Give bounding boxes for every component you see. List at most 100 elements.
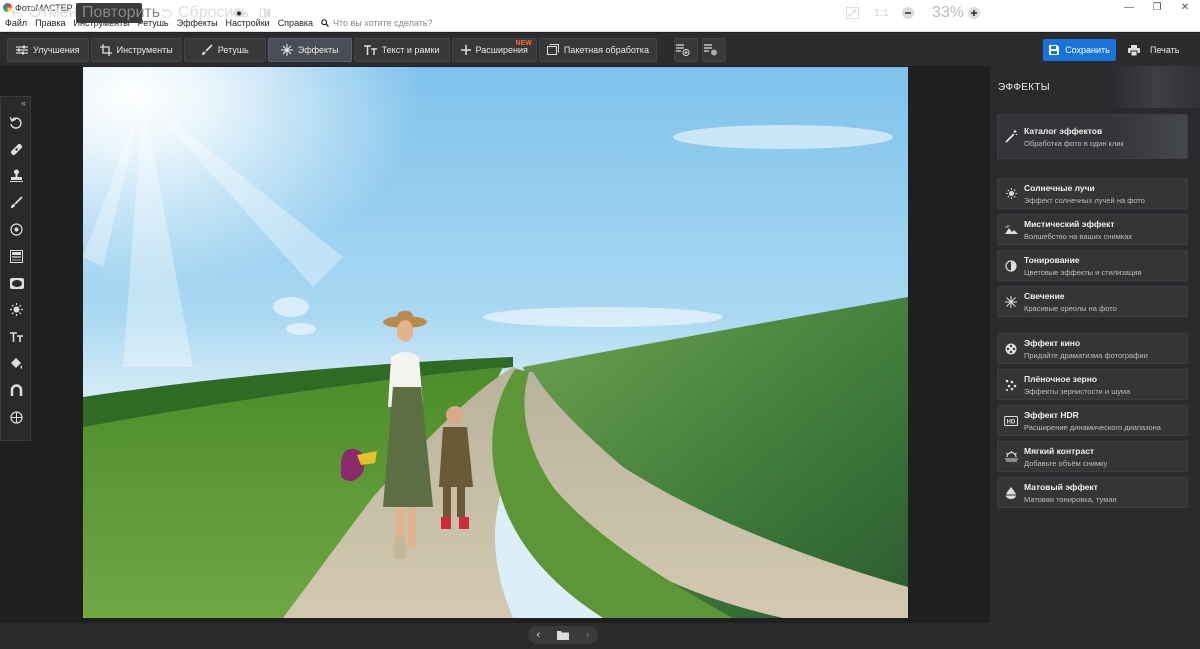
- svg-text:HD: HD: [1007, 419, 1016, 425]
- prev-image-icon[interactable]: ‹: [536, 629, 540, 641]
- text-tool[interactable]: [1, 323, 32, 350]
- light-tool[interactable]: [1, 297, 32, 324]
- effect-item-matte[interactable]: Матовый эффект Матовая тонировка, туман: [997, 477, 1188, 508]
- search-placeholder: Что вы хотите сделать?: [333, 18, 433, 28]
- globe-icon: [10, 411, 23, 424]
- rotate-tool[interactable]: [1, 109, 32, 136]
- collapse-panel-button[interactable]: «: [1, 97, 30, 109]
- compare-button[interactable]: [254, 3, 283, 23]
- fit-screen-icon: [846, 7, 859, 19]
- catalog-title: Каталог эффектов: [1024, 125, 1103, 136]
- text-tool-icon: [10, 331, 23, 342]
- floppy-icon: [1049, 45, 1060, 55]
- matte-icon: [998, 486, 1024, 499]
- list-settings-button[interactable]: [701, 37, 726, 62]
- printer-icon: [1128, 44, 1140, 56]
- glow-icon: [998, 295, 1024, 308]
- vignette-tool[interactable]: [1, 270, 32, 297]
- reset-icon: [162, 8, 172, 18]
- radial-icon: [10, 223, 23, 236]
- effect-subtitle: Добавьте объём снимку: [1024, 458, 1108, 468]
- photo-canvas[interactable]: [83, 67, 908, 618]
- brush-icon: [201, 43, 213, 55]
- tab-enhancements[interactable]: Улучшения: [7, 37, 89, 62]
- half-circle-icon: [998, 259, 1024, 272]
- magnet-tool[interactable]: [1, 377, 32, 404]
- zoom-in-button[interactable]: [962, 3, 992, 23]
- status-bar: [0, 623, 1200, 649]
- effect-subtitle: Цветовые эффекты и стилизация: [1024, 267, 1142, 277]
- effect-item-film-grain[interactable]: Плёночное зерно Эффекты зернистости и шум…: [997, 369, 1188, 400]
- crop-icon: [99, 43, 112, 56]
- effects-catalog-card[interactable]: Каталог эффектов Обработка фото в один кл…: [997, 114, 1188, 159]
- film-reel-icon: [998, 343, 1024, 355]
- minimize-icon[interactable]: —: [1115, 0, 1143, 15]
- fit-screen-button[interactable]: [840, 3, 871, 23]
- folder-icon[interactable]: [556, 630, 569, 640]
- save-button[interactable]: Сохранить: [1043, 39, 1116, 61]
- tab-text-frames[interactable]: Текст и рамки: [353, 37, 450, 62]
- stamp-tool[interactable]: [1, 163, 32, 190]
- photo-image: [83, 67, 908, 618]
- effect-subtitle: Придайте драматизма фотографии: [1024, 350, 1148, 360]
- close-icon[interactable]: ✕: [1171, 0, 1199, 15]
- effect-subtitle: Эффекты зернистости и шума: [1024, 386, 1131, 396]
- brush-tool[interactable]: [1, 189, 32, 216]
- tab-effects[interactable]: Эффекты: [267, 37, 352, 62]
- soft-contrast-icon: [998, 451, 1024, 462]
- list-add-icon: [676, 43, 690, 56]
- tab-tools[interactable]: Инструменты: [90, 37, 182, 62]
- new-badge: NEW: [515, 39, 532, 47]
- radial-tool[interactable]: [1, 216, 32, 243]
- effect-item-toning[interactable]: Тонирование Цветовые эффекты и стилизация: [997, 250, 1188, 281]
- menu-search[interactable]: Что вы хотите сделать?: [321, 18, 433, 28]
- zoom-out-button[interactable]: [896, 3, 926, 23]
- effect-item-hdr[interactable]: HD Эффект HDR Расширение динамического ди…: [997, 405, 1188, 436]
- landscape-icon: [998, 225, 1024, 234]
- patch-tool[interactable]: [1, 136, 32, 163]
- search-icon: [321, 19, 329, 27]
- effect-item-mystic[interactable]: Мистический эффект Волшебство на ваших сн…: [997, 214, 1188, 245]
- tab-tools-label: Инструменты: [116, 44, 173, 55]
- effect-item-sun-rays[interactable]: Солнечные лучи Эффект солнечных лучей на …: [997, 178, 1188, 209]
- tab-text-frames-label: Текст и рамки: [381, 44, 440, 55]
- list-settings-icon: [704, 43, 718, 55]
- tab-effects-label: Эффекты: [297, 44, 339, 55]
- effect-item-cinema[interactable]: Эффект кино Придайте драматизма фотографи…: [997, 333, 1188, 364]
- tab-retouch[interactable]: Ретушь: [183, 37, 266, 62]
- add-list-button[interactable]: [673, 37, 698, 62]
- globe-tool[interactable]: [1, 404, 32, 431]
- gradient-tool[interactable]: [1, 243, 32, 270]
- text-icon: [363, 44, 377, 55]
- tab-batch[interactable]: Пакетная обработка: [538, 37, 657, 62]
- eye-icon: [232, 9, 246, 17]
- tab-enhancements-label: Улучшения: [33, 44, 80, 55]
- catalog-subtitle: Обработка фото в один клик: [1024, 138, 1124, 148]
- effect-item-soft-contrast[interactable]: Мягкий контраст Добавьте объём снимку: [997, 441, 1188, 472]
- sun-icon: [998, 188, 1024, 199]
- next-image-icon[interactable]: ›: [586, 629, 590, 641]
- effect-title: Мягкий контраст: [1024, 445, 1095, 456]
- vignette-icon: [9, 277, 24, 289]
- effect-title: Тонирование: [1024, 254, 1080, 265]
- image-navigation: ‹ ›: [528, 626, 598, 644]
- zoom-in-icon: [968, 7, 980, 19]
- hdr-icon: HD: [998, 415, 1024, 426]
- effect-item-glow[interactable]: Свечение Красивые ореолы на фото: [997, 286, 1188, 317]
- redo-button[interactable]: Повторить: [76, 3, 160, 23]
- fill-tool[interactable]: [1, 350, 32, 377]
- tab-extensions[interactable]: NEW Расширения: [451, 37, 537, 62]
- gradient-icon: [10, 249, 23, 263]
- redo-label: Повторить: [82, 4, 161, 21]
- light-icon: [10, 303, 23, 317]
- sparkle-icon: [280, 43, 293, 56]
- maximize-icon[interactable]: ❐: [1143, 0, 1171, 15]
- tab-retouch-label: Ретушь: [217, 44, 249, 55]
- stamp-icon: [10, 169, 23, 183]
- rotate-icon: [10, 116, 22, 129]
- print-button[interactable]: Печать: [1122, 39, 1185, 61]
- left-tool-panel: «: [0, 96, 31, 441]
- tab-batch-label: Пакетная обработка: [563, 44, 649, 55]
- plus-icon: [460, 44, 471, 55]
- actual-size-button[interactable]: 1:1: [868, 3, 894, 23]
